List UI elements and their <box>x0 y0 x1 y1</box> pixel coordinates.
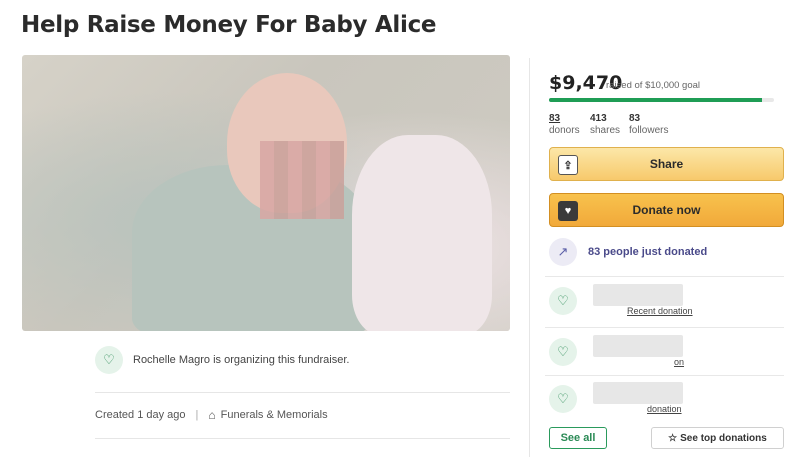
heart-hand-icon: ♡ <box>549 287 577 315</box>
stat-followers: 83 followers <box>629 113 669 136</box>
see-all-button[interactable]: See all <box>549 427 607 449</box>
organizer-row: ♡ Rochelle Magro is organizing this fund… <box>95 346 349 374</box>
just-donated-row: ↗ 83 people just donated <box>549 238 784 266</box>
trending-up-icon: ↗ <box>549 238 577 266</box>
share-button[interactable]: ⇪ Share <box>549 147 784 181</box>
progress-bar <box>549 98 774 102</box>
bunny-plush <box>352 135 492 331</box>
page-title: Help Raise Money For Baby Alice <box>21 12 437 38</box>
redacted-name <box>593 284 683 306</box>
redacted-name <box>593 335 683 357</box>
campaign-meta: Created 1 day ago | ⌂ Funerals & Memoria… <box>95 408 328 422</box>
stat-donors[interactable]: 83 donors <box>549 113 580 137</box>
campaign-photo <box>22 55 510 331</box>
donate-icon: ♥ <box>558 201 578 221</box>
organizer-icon: ♡ <box>95 346 123 374</box>
donation-item: ♡ donation <box>549 382 784 420</box>
share-icon: ⇪ <box>558 155 578 175</box>
tag-icon: ⌂ <box>208 408 216 422</box>
progress-fill <box>549 98 763 102</box>
star-icon: ☆ <box>668 432 678 444</box>
face-blur <box>260 141 344 219</box>
heart-hand-icon: ♡ <box>549 338 577 366</box>
goal-text: raised of $10,000 goal <box>606 80 701 91</box>
see-top-donations-button[interactable]: ☆ See top donations <box>651 427 784 449</box>
donation-item: ♡ on <box>549 335 784 373</box>
category-link[interactable]: Funerals & Memorials <box>221 409 328 421</box>
donate-button[interactable]: ♥ Donate now <box>549 193 784 227</box>
donation-item: ♡ Recent donation <box>549 284 784 322</box>
stat-shares: 413 shares <box>590 113 621 136</box>
heart-hand-icon: ♡ <box>549 385 577 413</box>
redacted-name <box>593 382 683 404</box>
created-date: Created 1 day ago <box>95 409 186 421</box>
